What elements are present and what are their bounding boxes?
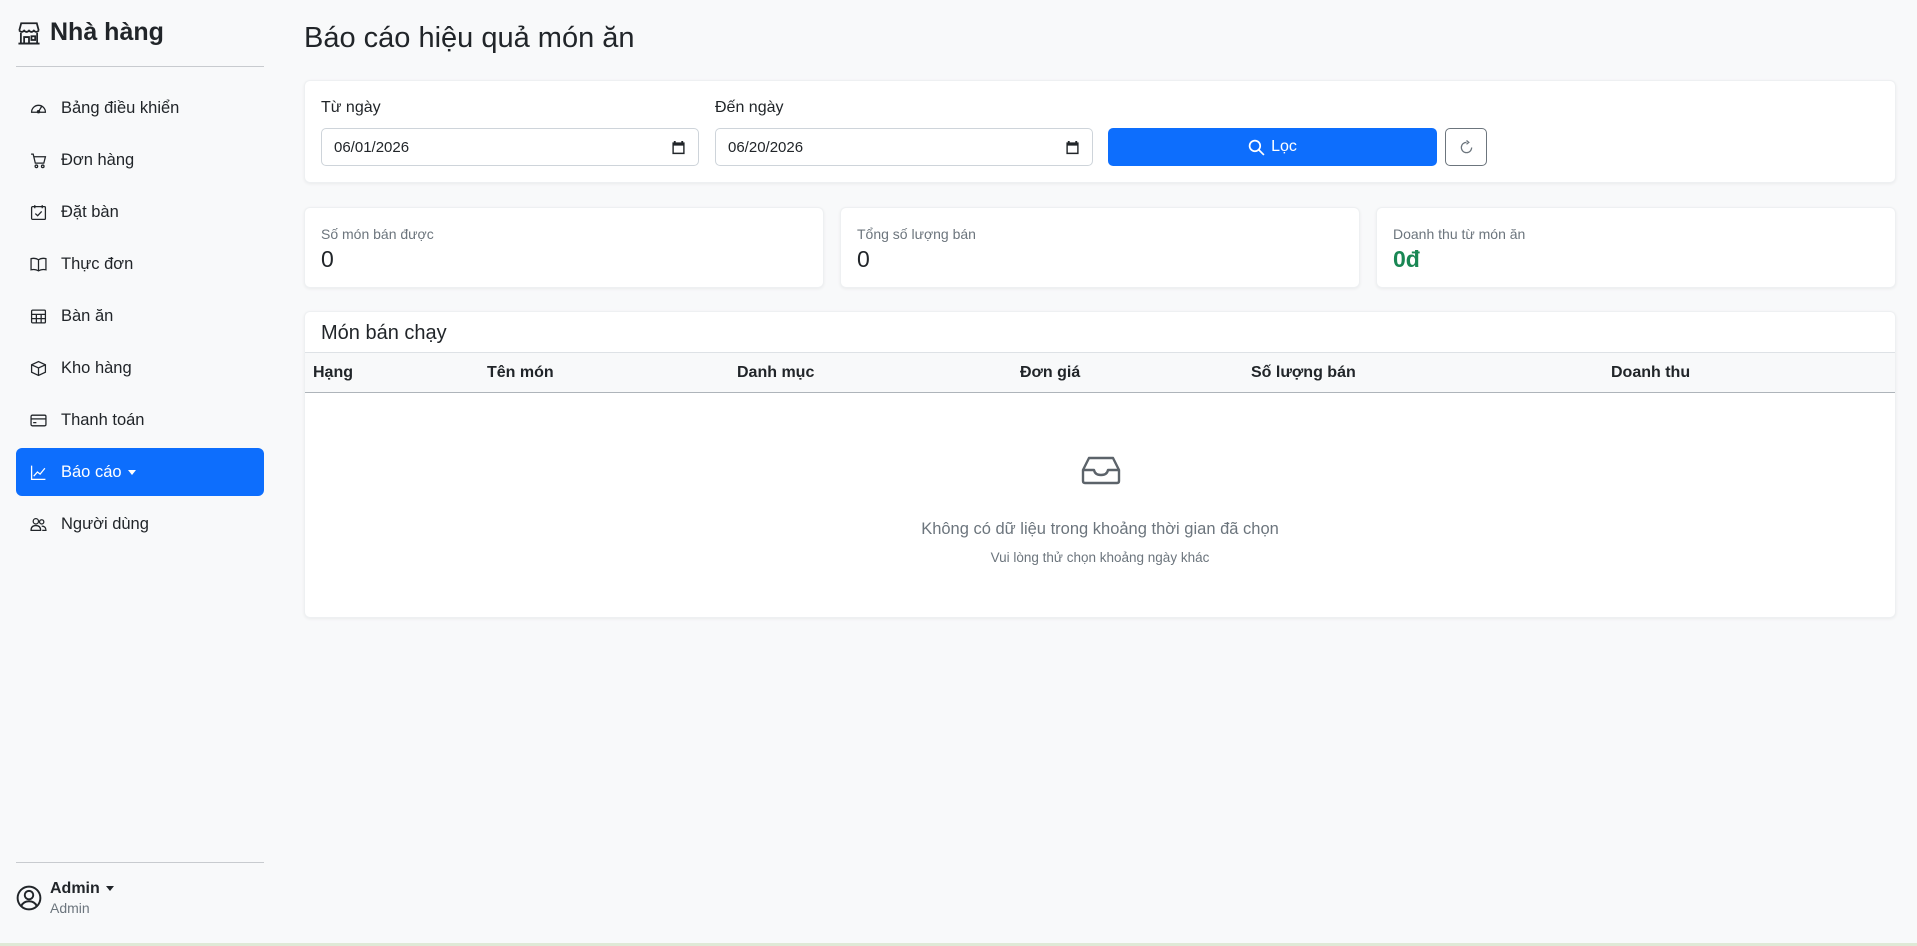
caret-down-icon [127, 469, 136, 475]
refresh-icon [1460, 139, 1472, 153]
sidebar-item-tables[interactable]: Bàn ăn [16, 292, 264, 340]
sidebar-nav: Bảng điều khiển Đơn hàng Đặt bàn Thực đơ… [16, 84, 264, 552]
stat-label: Số món bán được [321, 226, 434, 242]
sidebar-item-label: Thực đơn [61, 254, 134, 273]
filter-card: Từ ngày 06/01/2026 Đến ngày 06/20/2026 L… [304, 80, 1896, 183]
box-icon [30, 360, 47, 376]
stat-card-total-quantity: Tổng số lượng bán 0 [840, 207, 1360, 288]
user-role: Admin [50, 900, 90, 916]
user-menu[interactable]: Admin Admin [16, 880, 114, 916]
from-date-label: Từ ngày [321, 99, 381, 116]
book-icon [30, 257, 47, 272]
empty-state-subtitle: Vui lòng thử chọn khoảng ngày khác [990, 550, 1210, 565]
sidebar-item-menu[interactable]: Thực đơn [16, 240, 264, 288]
user-name-text: Admin [50, 880, 100, 897]
from-date-value: 06/01/2026 [334, 138, 410, 156]
column-header-category[interactable]: Danh mục [737, 364, 814, 382]
filter-button-label: Lọc [1271, 138, 1297, 155]
stat-label: Tổng số lượng bán [857, 226, 976, 242]
people-icon [30, 517, 47, 531]
sidebar-item-label: Người dùng [61, 514, 149, 533]
column-header-price[interactable]: Đơn giá [1020, 364, 1080, 382]
user-name: Admin [50, 880, 114, 898]
calendar-icon[interactable] [1065, 140, 1080, 155]
table-header: Hạng Tên món Danh mục Đơn giá Số lượng b… [305, 352, 1895, 393]
reset-button[interactable] [1445, 128, 1487, 166]
sidebar-item-payments[interactable]: Thanh toán [16, 396, 264, 444]
stat-label: Doanh thu từ món ăn [1393, 226, 1526, 242]
empty-state-title: Không có dữ liệu trong khoảng thời gian … [921, 520, 1279, 538]
stat-value: 0 [857, 246, 870, 272]
reports-label: Báo cáo [61, 462, 122, 481]
user-avatar-icon [16, 885, 42, 911]
dashboard-icon [30, 104, 47, 113]
table-title: Món bán chạy [321, 322, 447, 344]
to-date-label: Đến ngày [715, 99, 784, 116]
best-sellers-card: Món bán chạy Hạng Tên món Danh mục Đơn g… [304, 311, 1896, 618]
shop-icon [18, 21, 40, 44]
sidebar-item-label: Báo cáo [61, 463, 136, 482]
column-header-rank[interactable]: Hạng [313, 364, 353, 382]
sidebar-item-label: Đơn hàng [61, 150, 135, 169]
sidebar-item-users[interactable]: Người dùng [16, 500, 264, 548]
brand-name: Nhà hàng [50, 18, 164, 46]
credit-card-icon [30, 414, 47, 426]
sidebar-item-reports[interactable]: Báo cáo [16, 448, 264, 496]
column-header-revenue[interactable]: Doanh thu [1611, 364, 1690, 382]
divider [16, 862, 264, 863]
sidebar-item-orders[interactable]: Đơn hàng [16, 136, 264, 184]
from-date-input[interactable]: 06/01/2026 [321, 128, 699, 166]
sidebar-item-label: Bảng điều khiển [61, 98, 180, 117]
sidebar-item-reservations[interactable]: Đặt bàn [16, 188, 264, 236]
search-icon [1248, 139, 1265, 156]
page-title: Báo cáo hiệu quả món ăn [304, 22, 635, 54]
stat-card-revenue: Doanh thu từ món ăn 0đ [1376, 207, 1896, 288]
table-icon [30, 308, 47, 324]
user-info: Admin Admin [50, 880, 114, 916]
sidebar-item-label: Bàn ăn [61, 306, 114, 325]
stat-value: 0đ [1393, 246, 1420, 272]
chart-line-icon [30, 465, 46, 480]
sidebar-item-label: Đặt bàn [61, 202, 119, 221]
caret-down-icon [105, 886, 114, 892]
calendar-check-icon [30, 204, 47, 220]
cart-icon [31, 152, 47, 168]
sidebar-item-inventory[interactable]: Kho hàng [16, 344, 264, 392]
column-header-quantity[interactable]: Số lượng bán [1251, 364, 1356, 382]
brand[interactable]: Nhà hàng [16, 18, 164, 47]
sidebar-item-label: Kho hàng [61, 358, 132, 377]
stat-value: 0 [321, 246, 334, 272]
inbox-icon [1081, 456, 1121, 485]
sidebar-item-dashboard[interactable]: Bảng điều khiển [16, 84, 264, 132]
sidebar: Nhà hàng Bảng điều khiển Đơn hàng Đặt bà… [0, 0, 280, 946]
stat-card-dishes-sold: Số món bán được 0 [304, 207, 824, 288]
column-header-name[interactable]: Tên món [487, 364, 554, 382]
filter-button[interactable]: Lọc [1108, 128, 1437, 166]
calendar-icon[interactable] [671, 140, 686, 155]
to-date-input[interactable]: 06/20/2026 [715, 128, 1093, 166]
to-date-value: 06/20/2026 [728, 138, 804, 156]
divider [16, 66, 264, 67]
sidebar-item-label: Thanh toán [61, 410, 145, 429]
